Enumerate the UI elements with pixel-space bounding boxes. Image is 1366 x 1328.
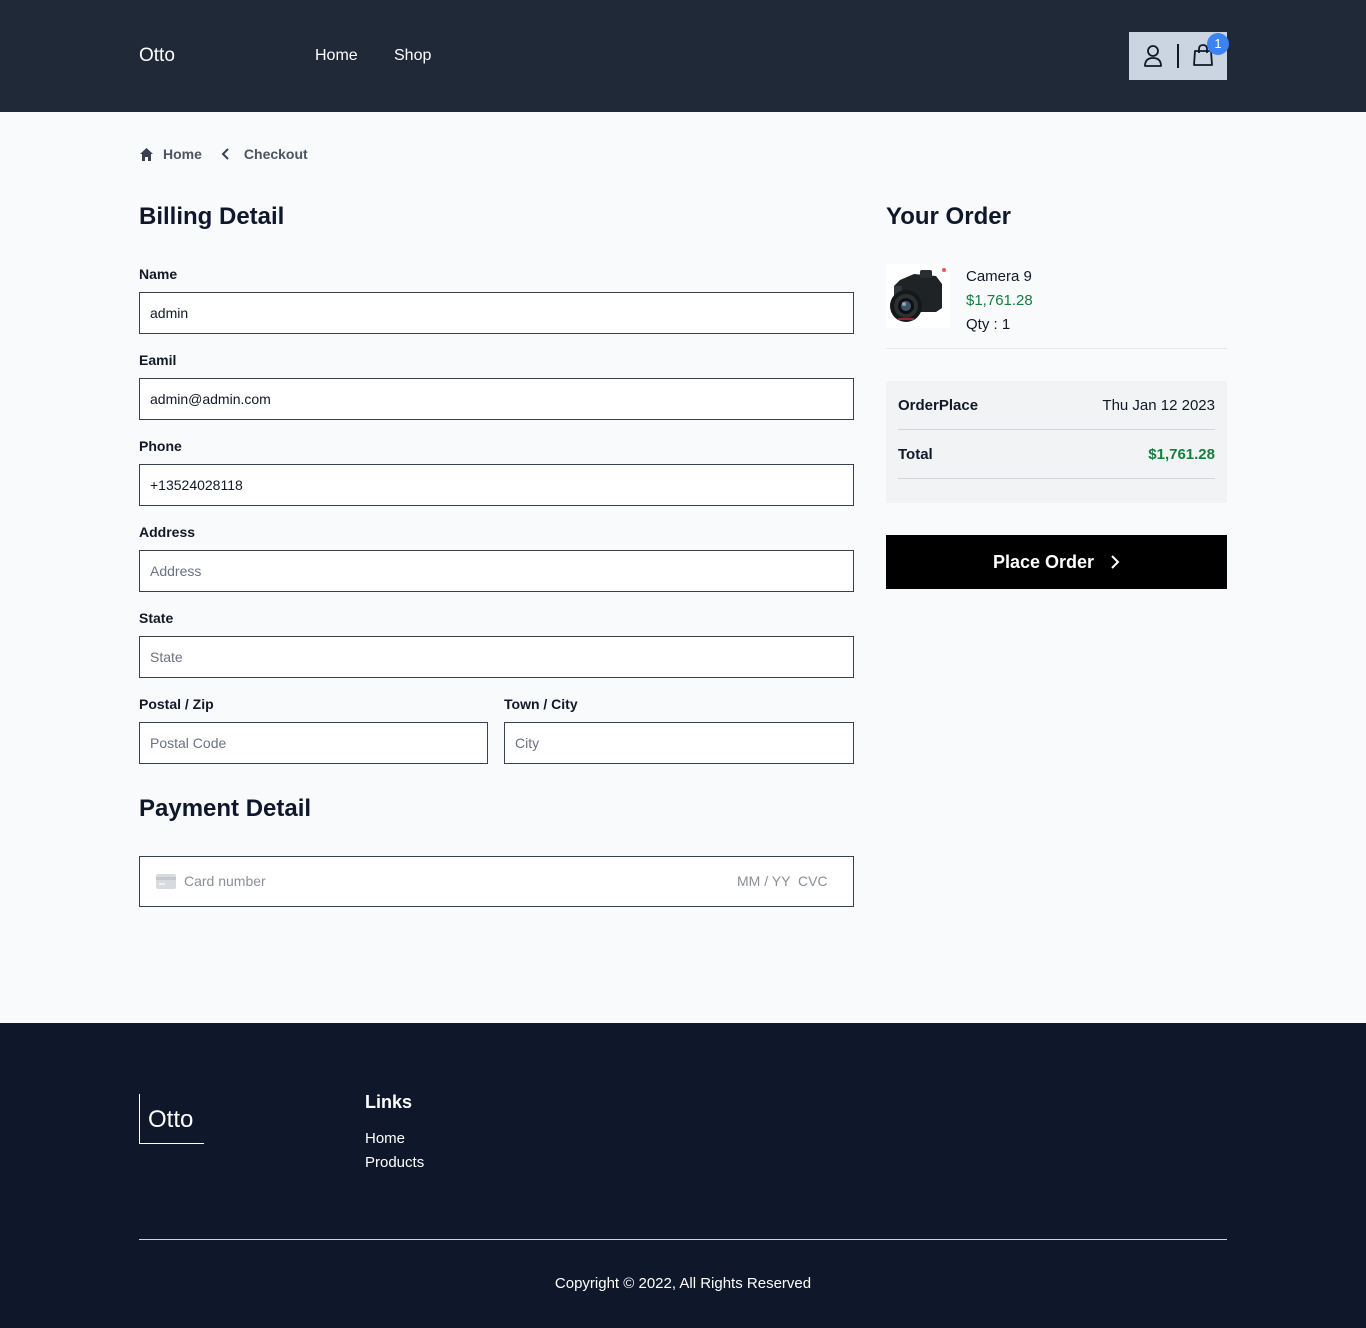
state-input[interactable] bbox=[139, 636, 854, 678]
product-image bbox=[886, 264, 950, 328]
card-cvc-placeholder[interactable]: CVC bbox=[798, 873, 828, 889]
order-summary: OrderPlace Thu Jan 12 2023 Total $1,761.… bbox=[886, 381, 1227, 503]
order-item: Camera 9 $1,761.28 Qty : 1 bbox=[886, 264, 1227, 349]
postal-label: Postal / Zip bbox=[139, 696, 214, 712]
copyright-text: Copyright © 2022, All Rights Reserved bbox=[554, 1275, 812, 1292]
card-input[interactable]: Card number MM / YY CVC bbox=[139, 856, 854, 907]
postal-code-input[interactable] bbox=[139, 722, 488, 764]
nav-home-link[interactable]: Home bbox=[315, 47, 358, 65]
order-place-date: Thu Jan 12 2023 bbox=[1102, 397, 1215, 414]
footer-logo[interactable]: Otto bbox=[139, 1094, 204, 1144]
phone-input[interactable] bbox=[139, 464, 854, 506]
footer-links-title: Links bbox=[365, 1092, 413, 1112]
header-actions: 1 bbox=[1129, 32, 1229, 80]
user-icon[interactable] bbox=[1143, 44, 1163, 68]
payment-title: Payment Detail bbox=[139, 795, 312, 822]
breadcrumb-current: Checkout bbox=[243, 146, 308, 162]
footer-link-products[interactable]: Products bbox=[365, 1154, 424, 1171]
site-logo[interactable]: Otto bbox=[139, 45, 175, 67]
order-title: Your Order bbox=[886, 203, 1011, 230]
state-label: State bbox=[139, 610, 174, 626]
home-icon[interactable] bbox=[139, 147, 154, 162]
city-label: Town / City bbox=[504, 696, 578, 712]
chevron-right-icon bbox=[1111, 555, 1120, 569]
total-label: Total bbox=[898, 446, 933, 463]
place-order-button[interactable]: Place Order bbox=[886, 535, 1227, 589]
card-expiry-placeholder[interactable]: MM / YY bbox=[737, 873, 790, 889]
name-input[interactable] bbox=[139, 292, 854, 334]
chevron-left-icon bbox=[221, 148, 229, 160]
email-label: Eamil bbox=[139, 352, 177, 368]
order-item-name: Camera 9 bbox=[966, 268, 1032, 285]
breadcrumb-home[interactable]: Home bbox=[163, 146, 202, 162]
site-header: Otto Home Shop 1 bbox=[0, 0, 1366, 112]
nav-shop-link[interactable]: Shop bbox=[394, 47, 431, 65]
site-footer: Otto Links Home Products Copyright © 202… bbox=[0, 1023, 1366, 1328]
total-row: Total $1,761.28 bbox=[898, 430, 1215, 479]
name-label: Name bbox=[139, 266, 178, 282]
address-label: Address bbox=[139, 524, 196, 540]
cart-count-badge: 1 bbox=[1207, 33, 1229, 55]
breadcrumb: Home Checkout bbox=[139, 145, 308, 163]
order-place-row: OrderPlace Thu Jan 12 2023 bbox=[898, 381, 1215, 430]
footer-divider bbox=[139, 1239, 1227, 1240]
footer-link-home[interactable]: Home bbox=[365, 1130, 405, 1147]
city-input[interactable] bbox=[504, 722, 854, 764]
order-item-qty: Qty : 1 bbox=[966, 316, 1011, 333]
billing-title: Billing Detail bbox=[139, 203, 285, 230]
header-divider bbox=[1177, 44, 1179, 68]
email-input[interactable] bbox=[139, 378, 854, 420]
address-input[interactable] bbox=[139, 550, 854, 592]
order-item-price: $1,761.28 bbox=[966, 292, 1033, 309]
place-order-label: Place Order bbox=[992, 551, 1095, 572]
order-place-label: OrderPlace bbox=[898, 397, 979, 414]
phone-label: Phone bbox=[139, 438, 182, 454]
card-number-placeholder[interactable]: Card number bbox=[184, 873, 266, 889]
credit-card-icon bbox=[156, 874, 176, 889]
total-value: $1,761.28 bbox=[1148, 446, 1215, 463]
